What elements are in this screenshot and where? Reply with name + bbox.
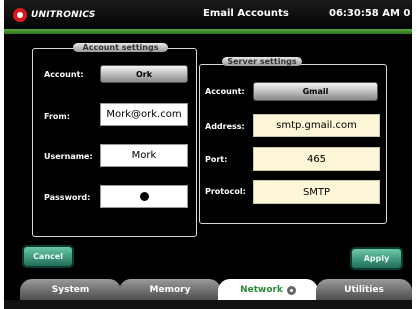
server-settings-title: Server settings (222, 57, 302, 66)
from-field[interactable]: Mork@ork.com (100, 103, 188, 126)
unitronics-logo-icon (13, 8, 27, 22)
protocol-field[interactable]: SMTP (253, 180, 380, 204)
password-mask-dot (139, 192, 149, 201)
tab-system-label: System (51, 285, 90, 295)
hmi-screen: UNITRONICS Email Accounts 06:30:58 AM 0 … (4, 0, 412, 309)
tab-memory-label: Memory (149, 285, 191, 295)
port-label: Port: (205, 155, 228, 164)
account-select-button[interactable]: Ork (100, 65, 188, 83)
username-label: Username: (44, 152, 93, 161)
from-label: From: (44, 112, 70, 121)
brand-name: UNITRONICS (31, 10, 96, 20)
tab-bar-base (4, 300, 412, 309)
password-label: Password: (44, 193, 91, 202)
apply-button[interactable]: Apply (350, 247, 403, 270)
address-label: Address: (205, 122, 245, 131)
tab-memory[interactable]: Memory (119, 279, 221, 301)
tab-system[interactable]: System (20, 279, 121, 301)
tab-utilities[interactable]: Utilities (316, 279, 412, 301)
account-label: Account: (44, 70, 84, 79)
title-bar: UNITRONICS Email Accounts 06:30:58 AM 0 (4, 0, 412, 29)
password-field[interactable] (100, 185, 188, 208)
username-field[interactable]: Mork (100, 144, 188, 167)
server-account-label: Account: (205, 87, 245, 96)
protocol-label: Protocol: (205, 187, 246, 196)
tab-utilities-label: Utilities (344, 285, 384, 295)
address-field[interactable]: smtp.gmail.com (253, 114, 380, 137)
tab-network-label: Network (240, 285, 283, 295)
server-account-select-button[interactable]: Gmail (253, 82, 378, 101)
cancel-button[interactable]: Cancel (22, 245, 74, 268)
brand-logo: UNITRONICS (13, 8, 96, 22)
account-settings-title: Account settings (73, 43, 168, 52)
tab-network[interactable]: Network (218, 279, 318, 301)
header-divider (4, 29, 412, 34)
port-field[interactable]: 465 (253, 147, 380, 171)
page-title: Email Accounts (203, 8, 289, 19)
info-icon (286, 285, 296, 295)
clock-display: 06:30:58 AM 0 (329, 8, 411, 19)
